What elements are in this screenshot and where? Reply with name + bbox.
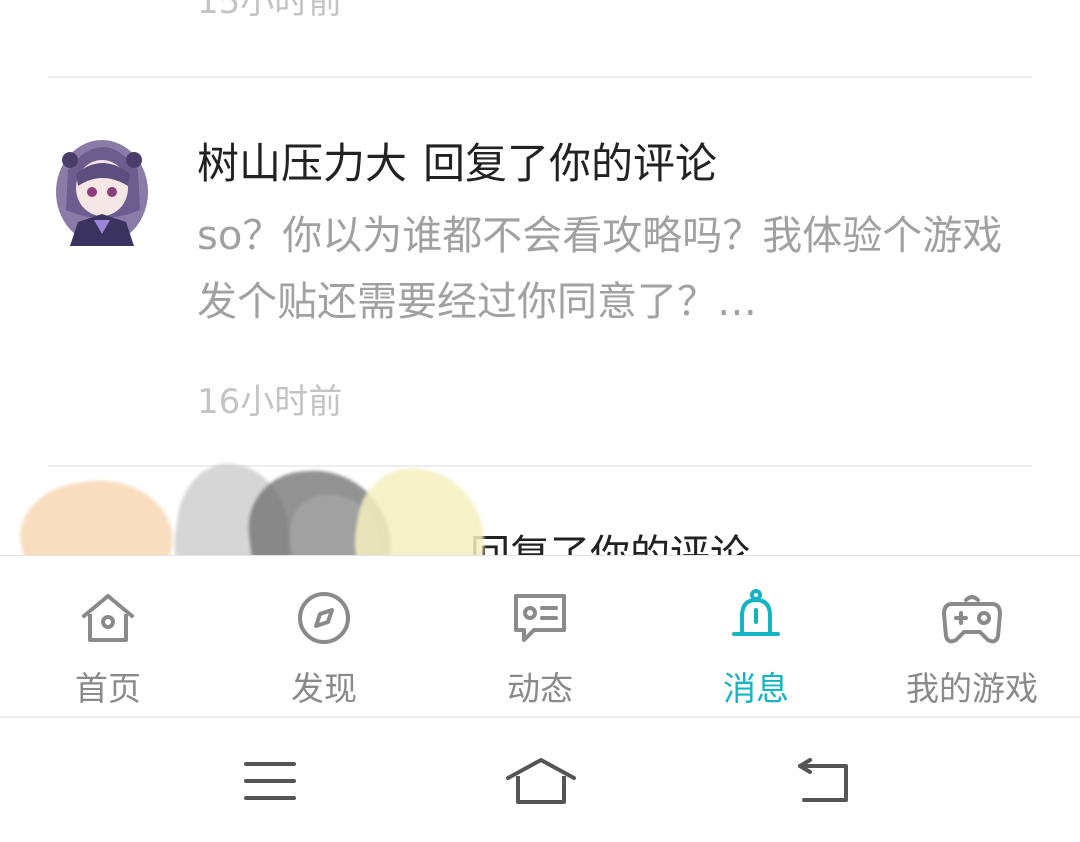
tab-label: 我的游戏 xyxy=(906,669,1038,708)
menu-icon[interactable] xyxy=(238,756,302,806)
feed-card-icon xyxy=(514,594,566,642)
avatar[interactable] xyxy=(48,130,156,246)
tab-label: 消息 xyxy=(723,669,789,708)
tab-label: 动态 xyxy=(507,669,573,708)
tab-messages[interactable]: 消息 xyxy=(648,556,864,716)
home-icon[interactable] xyxy=(504,756,578,806)
back-icon[interactable] xyxy=(794,756,858,806)
action-text: 回复了你的评论 xyxy=(423,139,718,188)
previous-item-time: 15小时前 xyxy=(197,0,343,22)
message-content: so？你以为谁都不会看攻略吗？我体验个游戏发个贴还需要经过你同意了？… xyxy=(197,213,1003,325)
discover-icon xyxy=(298,592,350,644)
bottom-tab-bar: 首页 发现 动态 消息 我的游戏 xyxy=(0,555,1080,716)
tab-feed[interactable]: 动态 xyxy=(432,556,648,716)
tab-my-games[interactable]: 我的游戏 xyxy=(864,556,1080,716)
tab-home[interactable]: 首页 xyxy=(0,556,216,716)
divider xyxy=(48,465,1032,467)
message-list: 15小时前 树山压力大 回复了你的评论 so？你以为谁都不会看攻略吗？我体验个游戏… xyxy=(0,0,1080,555)
message-title: 树山压力大 回复了你的评论 xyxy=(197,130,717,191)
divider xyxy=(48,76,1032,78)
system-nav-bar xyxy=(0,716,1080,842)
tab-label: 发现 xyxy=(291,669,357,708)
message-time: 16小时前 xyxy=(197,382,343,422)
tab-discover[interactable]: 发现 xyxy=(216,556,432,716)
action-text: 回复了你的评论 xyxy=(470,532,750,555)
gamepad-icon xyxy=(942,595,1002,644)
tab-label: 首页 xyxy=(75,669,141,708)
home-icon xyxy=(82,594,134,642)
bell-icon xyxy=(732,589,780,636)
username[interactable]: 树山压力大 xyxy=(197,139,407,188)
